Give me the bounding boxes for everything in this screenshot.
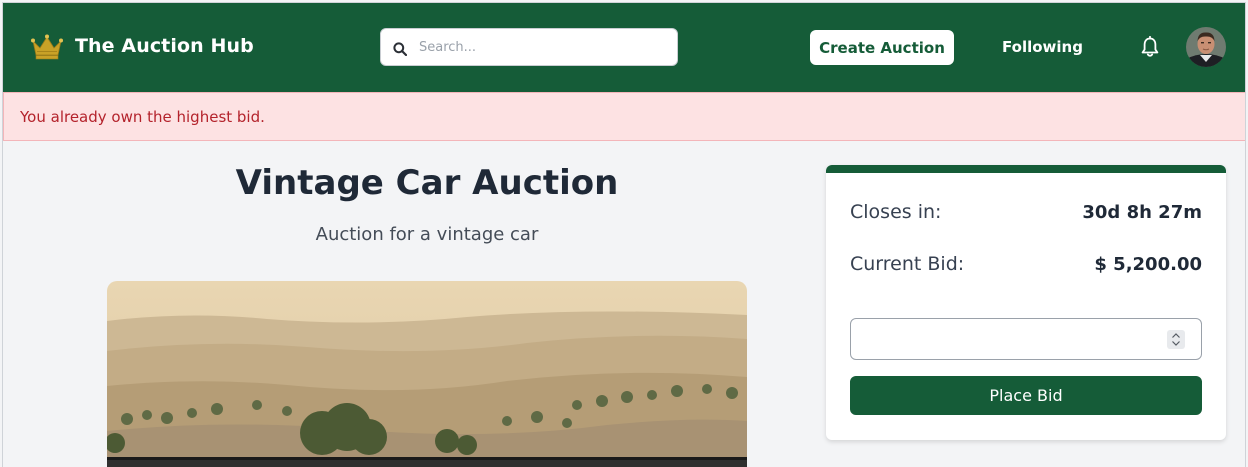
top-navbar: The Auction Hub Create Auction Following (3, 3, 1245, 92)
auction-description: Auction for a vintage car (315, 224, 539, 245)
brand-title[interactable]: The Auction Hub (75, 35, 254, 57)
bid-panel: Closes in: 30d 8h 27m Current Bid: $ 5,2… (826, 165, 1226, 440)
user-avatar[interactable] (1186, 27, 1226, 67)
following-link[interactable]: Following (1002, 38, 1083, 56)
alert-message: You already own the highest bid. (20, 108, 265, 126)
bell-icon[interactable] (1140, 35, 1160, 58)
place-bid-button[interactable]: Place Bid (850, 376, 1202, 415)
current-bid-value: $ 5,200.00 (1094, 254, 1202, 275)
error-alert: You already own the highest bid. (3, 92, 1245, 141)
search-icon (393, 41, 408, 57)
closes-in-label: Closes in: (850, 201, 942, 223)
closes-in-value: 30d 8h 27m (1082, 202, 1202, 223)
number-stepper[interactable] (1167, 330, 1185, 349)
page-title: Vintage Car Auction (235, 163, 619, 203)
bid-amount-input[interactable] (859, 327, 1159, 351)
auction-image (107, 281, 747, 467)
app-window: The Auction Hub Create Auction Following (2, 2, 1246, 467)
search-box[interactable] (380, 28, 678, 66)
current-bid-label: Current Bid: (850, 253, 965, 275)
crown-icon[interactable] (30, 33, 64, 61)
search-input[interactable] (419, 35, 669, 59)
bid-panel-accent (826, 165, 1226, 173)
bid-amount-field[interactable] (850, 318, 1202, 360)
create-auction-button[interactable]: Create Auction (810, 30, 954, 65)
